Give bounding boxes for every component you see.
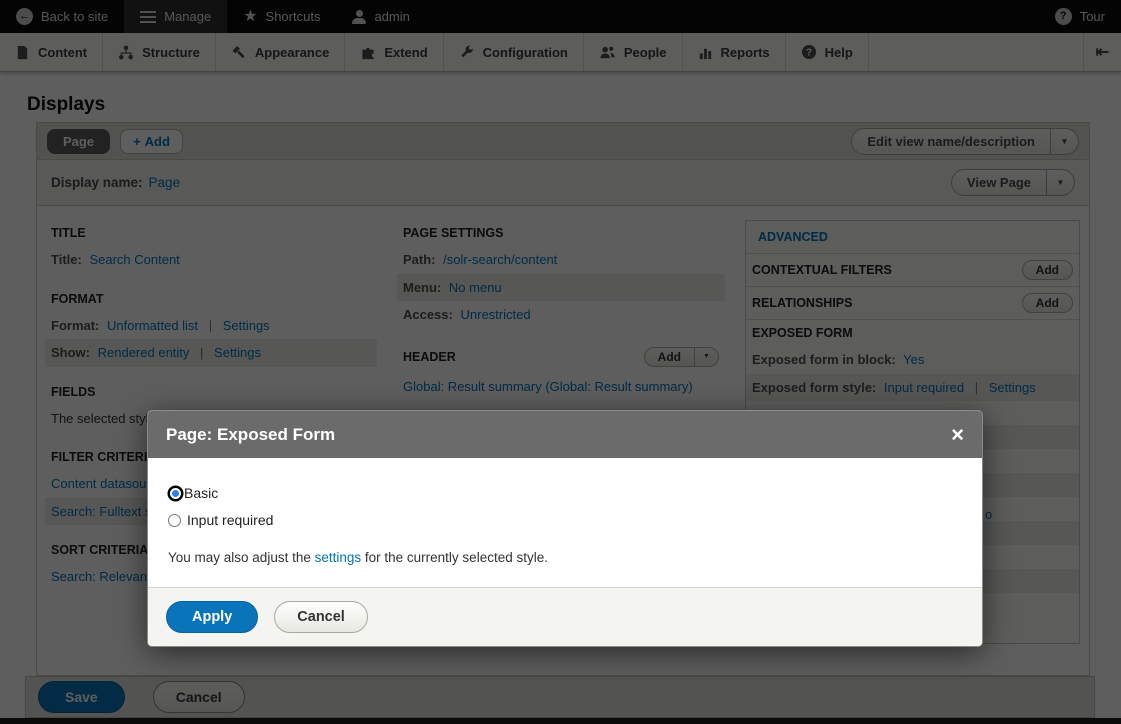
radio-unselected-icon[interactable] xyxy=(168,514,181,527)
radio-input-required-label: Input required xyxy=(187,512,273,528)
dialog-note: You may also adjust the settings for the… xyxy=(168,550,962,565)
dialog-header[interactable]: Page: Exposed Form × xyxy=(148,411,982,458)
radio-option-input-required[interactable]: Input required xyxy=(168,512,962,528)
note-settings-link[interactable]: settings xyxy=(315,550,362,565)
dialog-buttonpane: Apply Cancel xyxy=(148,587,982,646)
note-text-after: for the currently selected style. xyxy=(361,550,548,565)
close-icon[interactable]: × xyxy=(951,424,964,446)
dialog-cancel-button[interactable]: Cancel xyxy=(274,601,368,633)
exposed-form-dialog: Page: Exposed Form × Basic Input require… xyxy=(147,410,983,647)
radio-basic-label: Basic xyxy=(184,485,218,501)
dialog-title: Page: Exposed Form xyxy=(166,425,335,445)
bottom-edge xyxy=(0,718,1121,724)
apply-button[interactable]: Apply xyxy=(166,601,258,633)
radio-option-basic[interactable]: Basic xyxy=(168,485,962,501)
note-text-before: You may also adjust the xyxy=(168,550,315,565)
radio-selected-icon[interactable] xyxy=(170,488,181,499)
dialog-body: Basic Input required You may also adjust… xyxy=(148,458,982,587)
